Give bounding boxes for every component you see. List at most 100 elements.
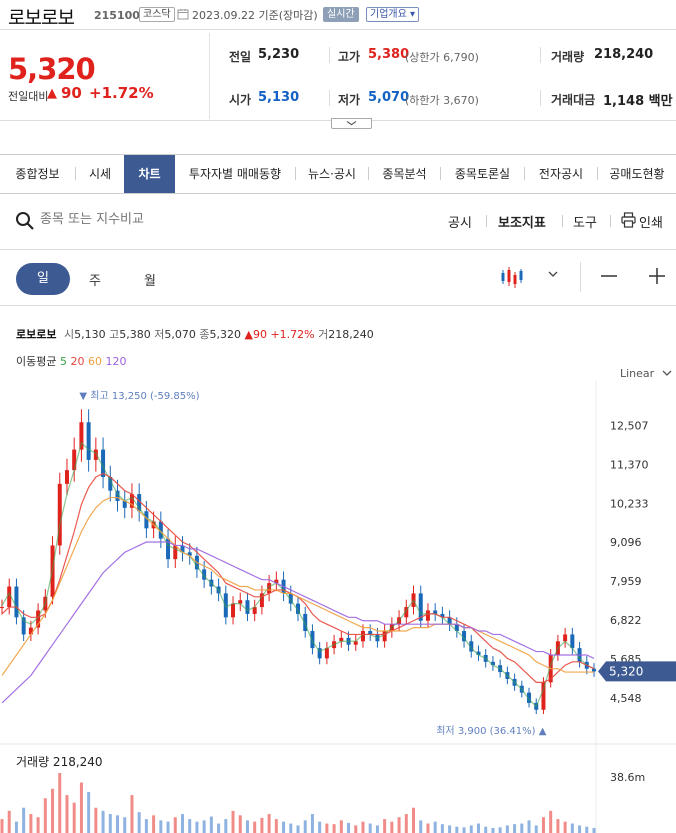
info-vol: 218,240 [328,328,374,341]
divider [329,47,330,63]
volume-bar [534,825,538,833]
volume-bar [267,814,271,833]
tab-discussion[interactable]: 종목토론실 [441,155,524,193]
compare-search-input[interactable] [40,212,220,227]
volume-bar [296,825,300,833]
volume-bar [505,825,509,833]
current-price-label: 5,320 [609,664,643,678]
volume-bar [469,825,473,833]
tab-investor-trend[interactable]: 투자자별 매매동향 [175,155,295,193]
volume-bar [585,826,589,833]
volume-bar [180,814,184,833]
volume-bar [303,820,307,833]
volume-bar [144,819,148,833]
volume-bar [513,824,517,833]
volume-bar [29,814,33,833]
volume-bar [65,795,69,833]
tab-analysis[interactable]: 종목분석 [369,155,440,193]
volume-bar [238,815,242,833]
info-high: 5,380 [119,328,151,341]
info-close-label: 종 [199,328,210,341]
zoom-in-icon[interactable] [647,262,667,286]
candle-body [563,634,568,642]
volume-bar [253,821,257,833]
volume-bar [498,827,502,833]
ma-line-20 [1,472,595,683]
volume-bar [231,810,235,833]
moving-average-legend: 이동평균 5 20 60 120 [16,353,126,369]
candlestick-type-icon[interactable] [499,264,527,292]
scale-value: Linear [620,367,655,380]
divider [209,33,210,119]
candle-body [0,607,4,609]
period-day-button[interactable]: 일 [16,263,70,295]
volume-bar [173,817,177,833]
tab-overview[interactable]: 종합정보 [0,155,75,193]
tab-news[interactable]: 뉴스·공시 [296,155,368,193]
volume-bar [137,812,141,833]
company-overview-button[interactable]: 기업개요 ▾ [366,7,419,22]
zoom-out-icon[interactable] [600,262,618,286]
volume-bar [7,810,11,833]
high-label: 고가 [338,50,361,64]
indicator-button[interactable]: 보조지표 [498,212,546,231]
disclosure-button[interactable]: 공시 [448,212,472,231]
divider [562,215,563,227]
candle-body [425,610,430,621]
print-button[interactable]: 인쇄 [639,212,663,231]
volume-bar [448,825,452,833]
up-triangle-icon: ▲ [47,86,57,101]
scale-select[interactable]: Linear [620,367,672,380]
info-low: 5,070 [164,328,196,341]
candle-body [231,603,236,618]
y-tick-label: 10,233 [610,497,649,510]
tool-button[interactable]: 도구 [573,212,597,231]
volume-bar [325,823,329,833]
tab-quote[interactable]: 시세 [76,155,124,193]
divider [540,47,541,63]
volume-bar [209,816,213,833]
volume-bar [217,823,221,833]
volume-bar [426,823,430,833]
period-week-button[interactable]: 주 [89,270,101,289]
candle-body [64,470,69,484]
tab-disclosure[interactable]: 전자공시 [525,155,597,193]
y-tick-label: 9,096 [610,536,642,549]
search-icon[interactable] [15,211,35,231]
volume-bar [527,820,531,833]
volume-bar [455,826,459,833]
volume-bar [43,798,47,833]
realtime-badge[interactable]: 실시간 [323,7,359,22]
volume-bar [289,823,293,833]
volume-bar [476,823,480,833]
min-price-label: 최저 3,900 (36.41%) ▲ [436,725,546,737]
divider [0,305,676,306]
y-tick-label: 7,959 [610,575,642,588]
volume-bar [491,827,495,833]
volume-bar [419,820,423,833]
candle-body [324,648,329,659]
price-chart[interactable]: 12,50711,37010,2339,0967,9596,8225,6854,… [0,380,676,833]
volume-bar [347,822,351,833]
volume-bar [541,817,545,833]
divider [486,215,487,227]
volume-bar [354,825,358,833]
volume-bar [318,821,322,833]
print-icon[interactable] [621,212,636,228]
volume-bar [116,815,120,833]
volume-bar [563,821,567,833]
stock-name: 로보로보 [8,7,75,29]
expand-toggle-button[interactable] [331,118,372,129]
volume-bar [224,819,228,833]
volume-bar [22,807,26,833]
y-tick-label: 4,548 [610,692,642,705]
tab-short-selling[interactable]: 공매도현황 [598,155,676,193]
period-month-button[interactable]: 월 [144,270,156,289]
tab-chart[interactable]: 차트 [124,155,175,193]
volume-bar [101,810,105,833]
price-diff-pct: +1.72% [89,84,154,102]
current-price: 5,320 [8,52,96,86]
volume-bar [404,814,408,833]
chevron-down-icon[interactable] [548,270,558,278]
volume-bar [260,817,264,833]
